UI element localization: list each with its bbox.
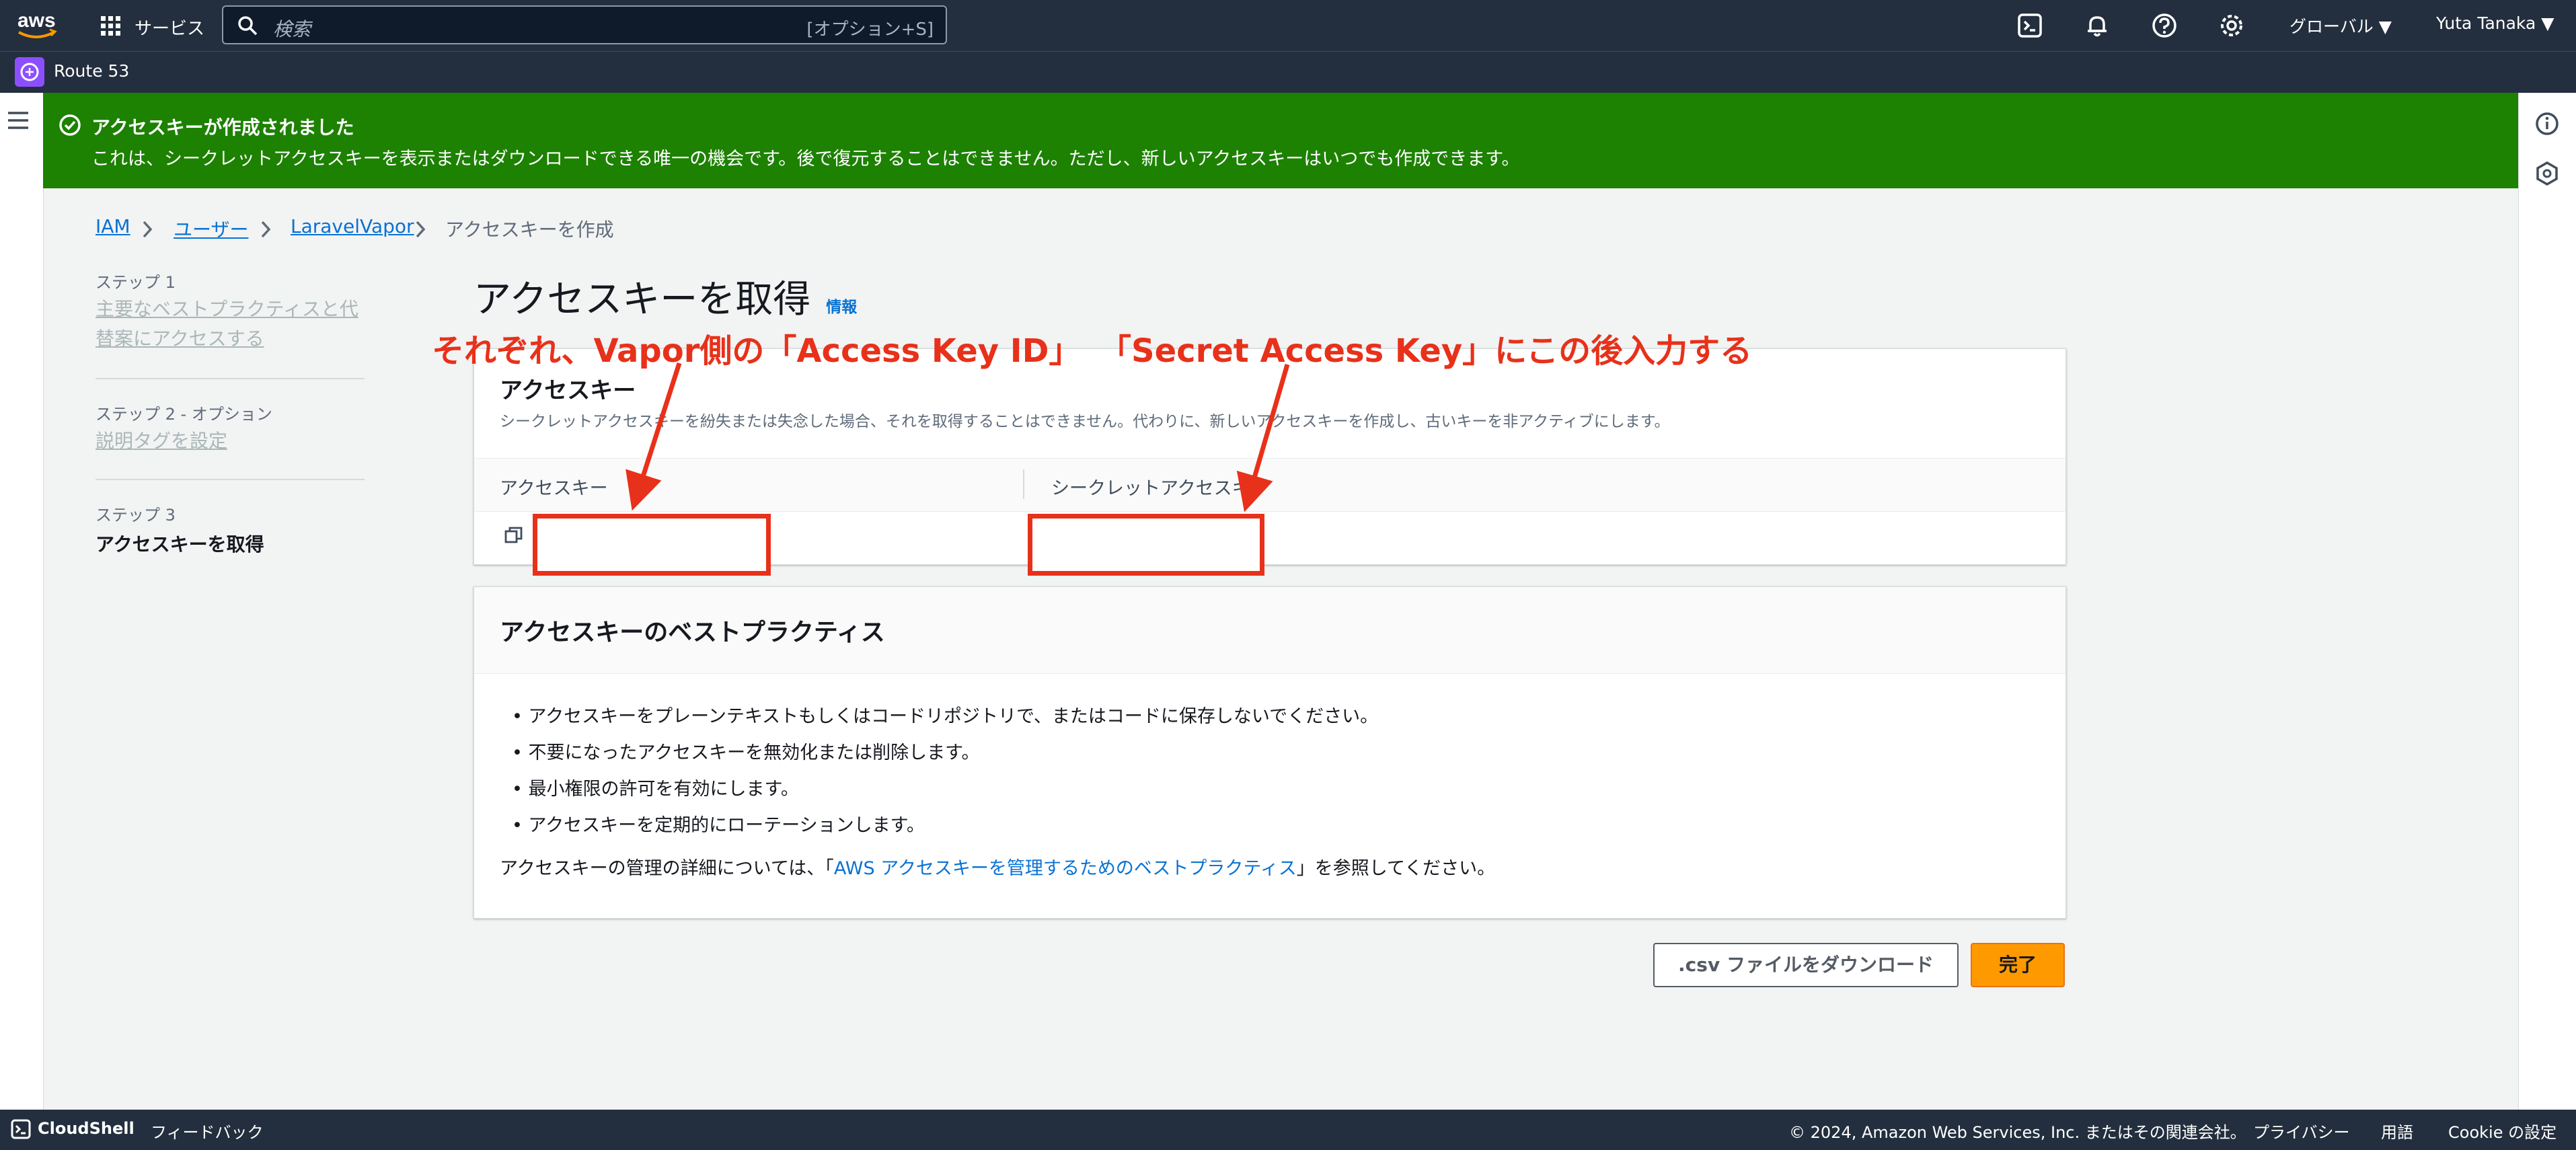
cookie-settings-link[interactable]: Cookie の設定 [2448, 1119, 2556, 1143]
annotation-arrow-right [1236, 364, 1290, 512]
cloudshell-link[interactable]: CloudShell [38, 1119, 135, 1138]
cloudshell-icon[interactable] [11, 1119, 31, 1139]
feedback-link[interactable]: フィードバック [151, 1119, 264, 1143]
annotation-arrows [626, 362, 1290, 512]
copyright-text: © 2024, Amazon Web Services, Inc. またはその関… [1789, 1123, 2246, 1142]
console-footer: CloudShell フィードバック © 2024, Amazon Web Se… [0, 1110, 2576, 1150]
annotation-arrow-left [626, 362, 682, 511]
terms-link[interactable]: 用語 [2381, 1119, 2413, 1143]
privacy-link[interactable]: プライバシー [2253, 1119, 2350, 1143]
